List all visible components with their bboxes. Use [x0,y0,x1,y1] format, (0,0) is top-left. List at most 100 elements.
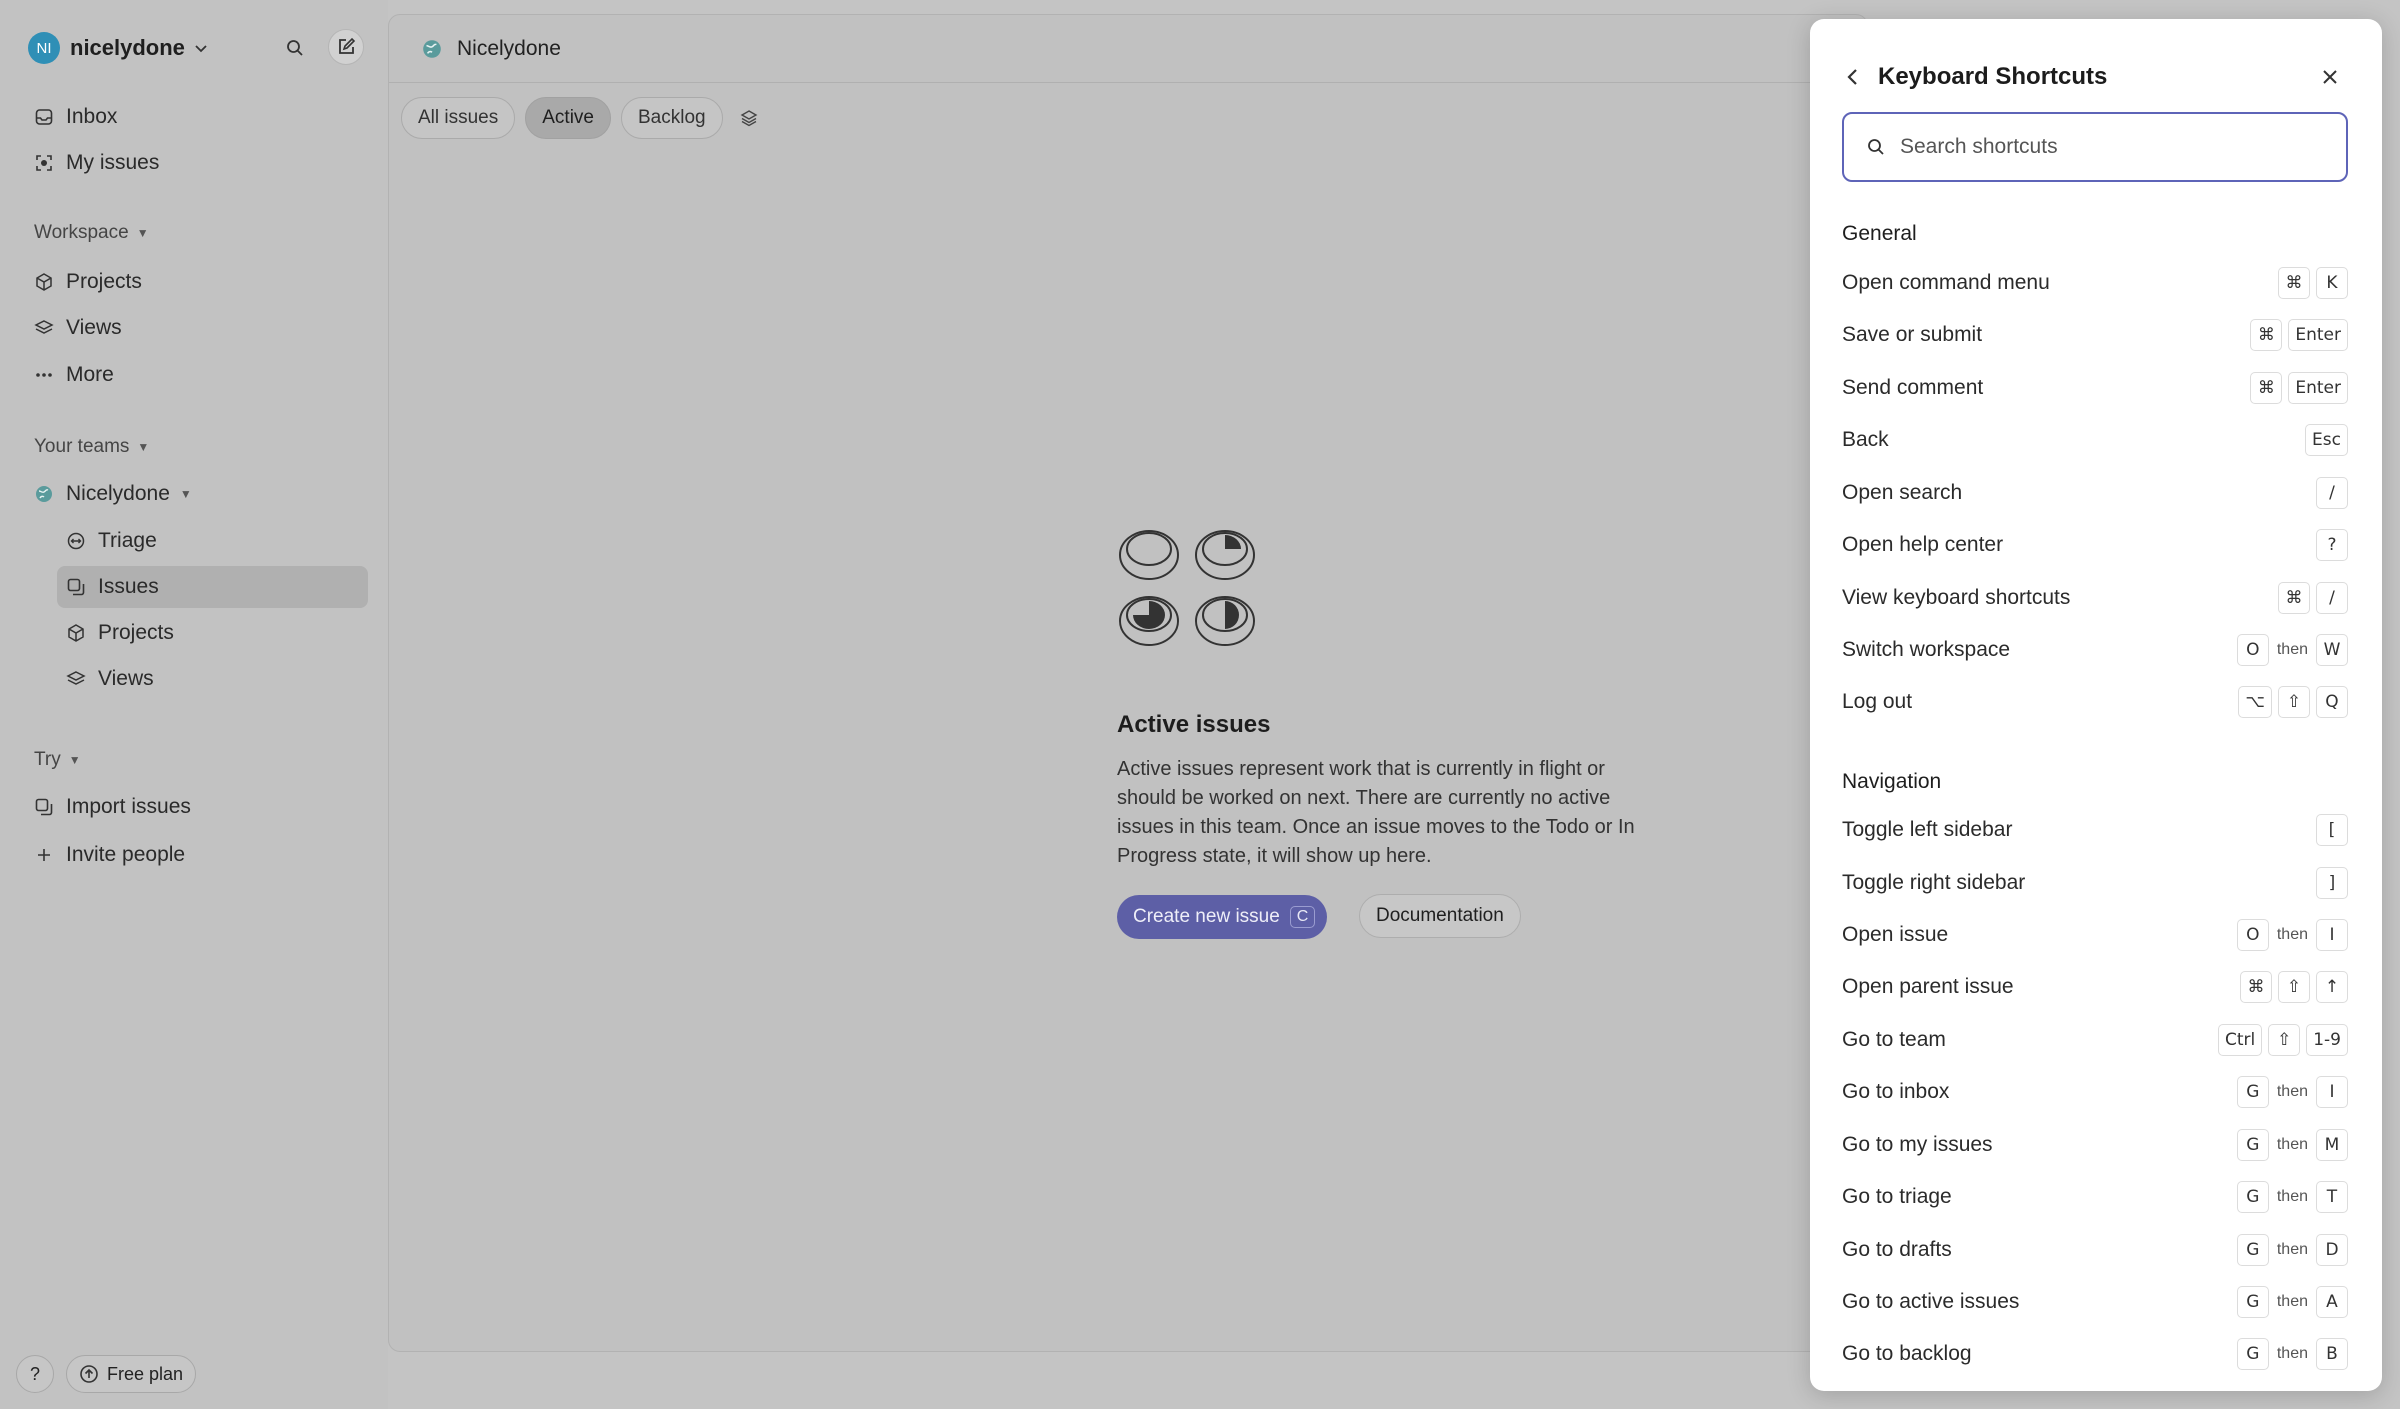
shortcut-row: Switch workspace Othen W [1842,632,2348,668]
sidebar-item-label: Import issues [66,795,191,818]
sidebar-item-projects[interactable]: Projects [34,264,142,300]
key: K [2316,267,2348,299]
search-icon [1868,139,1884,155]
sidebar-item-label: Issues [98,575,159,598]
key: G [2236,1181,2269,1213]
shortcut-label: Open issue [1842,923,1949,946]
create-new-issue-button[interactable]: Create new issue C [1117,895,1328,939]
then-separator: then [2276,1293,2308,1310]
key: Ctrl [2217,1024,2263,1056]
search-input[interactable] [1900,135,2320,159]
shortcut-label: Save or submit [1842,323,1983,346]
key: ] [2316,867,2348,899]
documentation-button[interactable]: Documentation [1359,894,1521,938]
shortcut-row: Back Esc [1842,422,2348,458]
key: O [2236,634,2269,666]
back-arrow-icon[interactable] [1842,66,1864,88]
view-tabs: All issues Active Backlog [401,97,765,139]
layers-icon [66,671,86,685]
shortcut-label: Toggle left sidebar [1842,818,2013,841]
shortcut-row: Go to team Ctrl ⇧ 1-9 [1842,1022,2348,1058]
key: ⌥ [2238,686,2272,718]
shortcut-label: Back [1842,428,1889,451]
triage-icon [67,532,85,550]
key: ⌘ [2250,372,2283,404]
sidebar-item-my-issues[interactable]: My issues [34,145,159,181]
sidebar-team-nicelydone[interactable]: Nicelydone ▼ [34,476,192,512]
shortcut-row: View keyboard shortcuts ⌘ / [1842,580,2348,616]
shortcut-label: Go to drafts [1842,1238,1952,1261]
sidebar-item-inbox[interactable]: Inbox [34,99,117,135]
tab-backlog[interactable]: Backlog [621,97,723,139]
issues-icon [67,578,85,596]
key: G [2236,1076,2269,1108]
shortcut-label: Open parent issue [1842,975,2014,998]
key: T [2316,1181,2348,1213]
key: ? [2316,529,2348,561]
sidebar-item-invite-people[interactable]: Invite people [34,837,185,873]
shortcut-row: Open command menu ⌘ K [1842,265,2348,301]
key: ⌘ [2240,971,2272,1003]
help-label: ? [29,1363,40,1384]
shortcut-row: Go to my issues Gthen M [1842,1127,2348,1163]
key: A [2316,1286,2348,1318]
shortcut-row: Save or submit ⌘ Enter [1842,317,2348,353]
key: ⇧ [2278,686,2310,718]
new-issue-button[interactable] [328,29,364,65]
search-button[interactable] [277,30,313,66]
sidebar-item-label: Projects [98,621,174,644]
shortcut-label: Go to my issues [1842,1133,1993,1156]
shortcut-label: Go to triage [1842,1185,1952,1208]
shortcut-label: Switch workspace [1842,638,2011,661]
workspace-name: nicelydone [70,35,185,60]
shortcut-label: Go to active issues [1842,1290,2020,1313]
key: ↑ [2316,971,2348,1003]
my-issues-icon [36,155,52,171]
section-workspace[interactable]: Workspace ▼ [34,222,149,244]
sidebar-item-triage[interactable]: Triage [66,523,157,559]
free-plan-button[interactable]: Free plan [66,1355,196,1393]
sidebar-item-team-views[interactable]: Views [66,661,154,697]
section-your-teams[interactable]: Your teams ▼ [34,436,149,458]
tab-all-issues[interactable]: All issues [401,97,516,139]
empty-state-description: Active issues represent work that is cur… [1117,758,1635,867]
section-try[interactable]: Try ▼ [34,749,81,771]
cube-icon [36,273,52,291]
sidebar-item-issues[interactable]: Issues [57,566,368,608]
sidebar-item-views[interactable]: Views [34,310,122,346]
shortcut-row: Open search / [1842,475,2348,511]
key: I [2316,919,2348,951]
plus-icon [38,849,50,861]
workspace-avatar: NI [28,32,60,64]
empty-state-title: Active issues [1117,711,1271,738]
shortcut-hint: C [1289,906,1316,928]
key: O [2236,919,2269,951]
view-options-button[interactable] [733,102,765,134]
workspace-switcher[interactable]: NI nicelydone [28,30,209,66]
caret-down-icon: ▼ [136,226,149,240]
caret-down-icon: ▼ [68,753,81,767]
key: ⇧ [2268,1024,2301,1056]
team-globe-icon [423,39,441,58]
shortcut-row: Open parent issue ⌘ ⇧ ↑ [1842,969,2348,1005]
main-header: Nicelydone [389,15,1867,83]
sidebar-item-more[interactable]: More [34,357,114,393]
page-title: Nicelydone [457,36,561,60]
key: [ [2316,814,2348,846]
key: G [2236,1286,2269,1318]
sidebar-item-label: Inbox [66,105,118,128]
key: G [2236,1234,2269,1266]
key: Enter [2288,319,2348,351]
sidebar-item-import-issues[interactable]: Import issues [34,789,191,825]
help-button[interactable]: ? [16,1355,54,1393]
key: M [2316,1129,2348,1161]
close-icon[interactable] [2318,65,2342,89]
sidebar-item-label: My issues [66,151,160,174]
layers-icon [34,320,54,334]
group-title-navigation: Navigation [1842,770,1942,793]
key: Esc [2305,424,2348,456]
tab-active[interactable]: Active [525,97,611,139]
caret-down-icon: ▼ [179,487,192,501]
sidebar-item-label: Views [66,316,122,339]
sidebar-item-team-projects[interactable]: Projects [66,615,174,651]
